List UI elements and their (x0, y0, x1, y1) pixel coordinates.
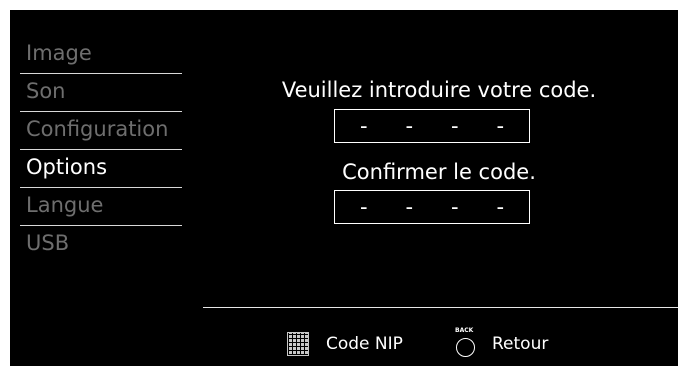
menu-item-label: Son (26, 79, 66, 103)
code-digit-2: - (405, 113, 414, 138)
back-hint: Retour (492, 334, 549, 354)
menu-item-langue[interactable]: Langue (10, 188, 182, 226)
code-digit-4: - (496, 113, 505, 138)
confirm-digit-3: - (450, 194, 459, 219)
confirm-code-prompt: Confirmer le code. (342, 160, 536, 184)
tv-menu-screen: Image Son Configuration Options Langue U… (10, 10, 678, 366)
menu-item-label: Image (26, 41, 92, 65)
confirm-digit-2: - (405, 194, 414, 219)
menu-item-image[interactable]: Image (10, 36, 182, 74)
confirm-digit-1: - (359, 194, 368, 219)
number-keypad-icon (287, 332, 309, 356)
sidebar-menu: Image Son Configuration Options Langue U… (10, 36, 182, 264)
confirm-code-field[interactable]: - - - - (334, 190, 530, 224)
enter-code-prompt: Veuillez introduire votre code. (281, 78, 597, 102)
back-button-icon: BACK (453, 327, 483, 358)
menu-item-label: Langue (26, 193, 104, 217)
code-digit-1: - (359, 113, 368, 138)
menu-item-configuration[interactable]: Configuration (10, 112, 182, 150)
menu-item-label: USB (26, 231, 70, 255)
menu-item-label: Configuration (26, 117, 169, 141)
menu-item-usb[interactable]: USB (10, 226, 182, 264)
menu-item-son[interactable]: Son (10, 74, 182, 112)
button-hint-bar: Code NIP BACK Retour (10, 327, 678, 360)
pin-code-hint: Code NIP (326, 334, 403, 354)
menu-item-label: Options (26, 155, 108, 179)
footer-divider (203, 307, 678, 308)
menu-item-options[interactable]: Options (10, 150, 182, 188)
back-circle-icon (456, 338, 475, 357)
confirm-digit-4: - (496, 194, 505, 219)
code-entry-field[interactable]: - - - - (334, 109, 530, 143)
back-icon-text: BACK (455, 327, 474, 334)
code-digit-3: - (450, 113, 459, 138)
